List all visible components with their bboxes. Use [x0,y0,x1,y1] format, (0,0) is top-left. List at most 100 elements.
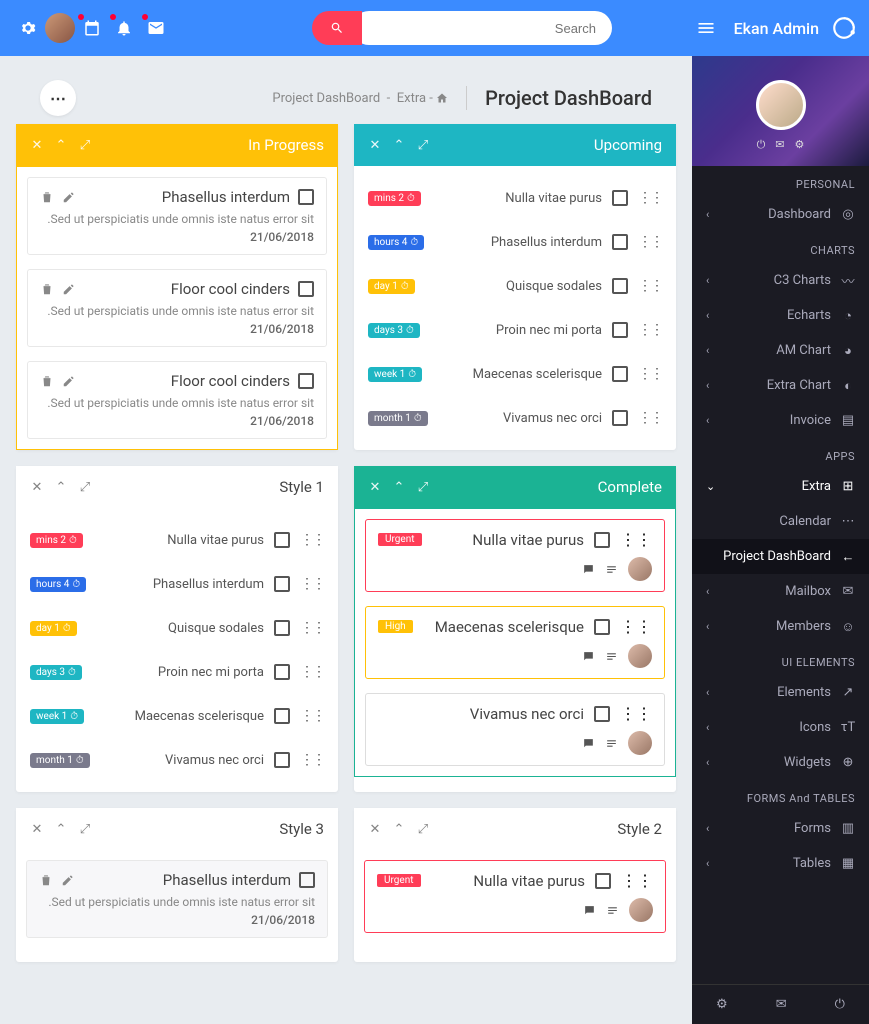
sidebar-item-c3[interactable]: ‹C3 Charts〰 [692,263,869,298]
search-input[interactable] [352,11,612,45]
drag-handle[interactable]: ⋮⋮ [638,366,662,382]
expand-icon[interactable]: ⤢ [78,138,92,152]
drag-handle[interactable]: ⋮⋮ [300,708,324,724]
edit-icon[interactable] [61,873,75,887]
checkbox[interactable] [299,872,315,888]
footer-power-icon[interactable]: ⏻ [835,997,845,1012]
expand-icon[interactable]: ⤢ [78,480,92,494]
checkbox[interactable] [298,373,314,389]
chat-icon[interactable] [583,904,596,917]
checkbox[interactable] [594,532,610,548]
checkbox[interactable] [274,576,290,592]
sidebar-item-echarts[interactable]: ‹Echarts◔ [692,298,869,333]
close-icon[interactable]: ✕ [368,822,382,836]
avatar[interactable] [756,80,806,130]
collapse-icon[interactable]: ⌃ [54,138,68,152]
drag-handle[interactable]: ⋮⋮ [300,576,324,592]
edit-icon[interactable] [62,190,76,204]
footer-settings-icon[interactable]: ⚙ [716,997,728,1012]
drag-handle[interactable]: ⋮⋮ [300,532,324,548]
sidebar-item-project[interactable]: Project DashBoard← [692,539,869,574]
list-icon[interactable] [606,904,619,917]
collapse-icon[interactable]: ⌃ [392,138,406,152]
drag-handle[interactable]: ⋮⋮ [638,234,662,250]
sidebar-item-invoice[interactable]: ‹Invoice▤ [692,403,869,438]
power-icon[interactable]: ⏻ [757,138,766,152]
edit-icon[interactable] [62,374,76,388]
trash-icon[interactable] [40,374,54,388]
sidebar-item-calendar[interactable]: Calendar⋯ [692,504,869,539]
chat-icon[interactable] [582,563,595,576]
sidebar-item-am[interactable]: ‹AM Chart◕ [692,333,869,368]
checkbox[interactable] [612,234,628,250]
drag-handle[interactable]: ⋮⋮ [300,752,324,768]
settings-icon[interactable] [12,12,44,44]
close-icon[interactable]: ✕ [30,138,44,152]
chat-icon[interactable] [582,650,595,663]
checkbox[interactable] [612,278,628,294]
drag-handle[interactable]: ⋮⋮ [638,278,662,294]
checkbox[interactable] [274,708,290,724]
checkbox[interactable] [274,620,290,636]
close-icon[interactable]: ✕ [30,822,44,836]
list-icon[interactable] [605,737,618,750]
sidebar-item-tables[interactable]: ‹Tables▦ [692,846,869,881]
drag-handle[interactable]: ⋮⋮ [300,664,324,680]
close-icon[interactable]: ✕ [30,480,44,494]
search-button[interactable] [312,11,362,45]
list-icon[interactable] [605,650,618,663]
list-icon[interactable] [605,563,618,576]
drag-handle[interactable]: ⋮⋮ [620,530,652,549]
sidebar-item-mailbox[interactable]: ‹Mailbox✉ [692,574,869,609]
sidebar-item-members[interactable]: ‹Members☺ [692,609,869,644]
chat-icon[interactable] [582,737,595,750]
checkbox[interactable] [594,619,610,635]
checkbox[interactable] [274,752,290,768]
collapse-icon[interactable]: ⌃ [392,822,406,836]
expand-icon[interactable]: ⤢ [78,822,92,836]
mail-icon[interactable] [140,12,172,44]
checkbox[interactable] [612,366,628,382]
checkbox[interactable] [595,873,611,889]
sidebar-item-dashboard[interactable]: ‹Dashboard◎ [692,197,869,232]
sidebar-item-icons[interactable]: ‹IconsτT [692,710,869,745]
trash-icon[interactable] [39,873,53,887]
collapse-icon[interactable]: ⌃ [54,822,68,836]
mail-icon[interactable]: ✉ [775,138,784,152]
drag-handle[interactable]: ⋮⋮ [638,322,662,338]
checkbox[interactable] [612,410,628,426]
drag-handle[interactable]: ⋮⋮ [621,871,653,890]
menu-icon[interactable] [690,12,722,44]
more-button[interactable]: ⋯ [40,80,76,116]
expand-icon[interactable]: ⤢ [416,138,430,152]
checkbox[interactable] [298,281,314,297]
gear-icon[interactable]: ⚙ [795,138,805,152]
drag-handle[interactable]: ⋮⋮ [620,617,652,636]
footer-mail-icon[interactable]: ✉ [776,997,787,1012]
checkbox[interactable] [274,532,290,548]
checkbox[interactable] [612,190,628,206]
checkbox[interactable] [274,664,290,680]
sidebar-item-elements[interactable]: ‹Elements↗ [692,675,869,710]
sidebar-item-forms[interactable]: ‹Forms▥ [692,811,869,846]
sidebar-item-extra-chart[interactable]: ‹Extra Chart◐ [692,368,869,403]
expand-icon[interactable]: ⤢ [416,822,430,836]
close-icon[interactable]: ✕ [368,480,382,494]
expand-icon[interactable]: ⤢ [416,480,430,494]
trash-icon[interactable] [40,190,54,204]
edit-icon[interactable] [62,282,76,296]
sidebar-item-extra[interactable]: ⌄Extra⊞ [692,469,869,504]
bell-icon[interactable] [108,12,140,44]
drag-handle[interactable]: ⋮⋮ [638,190,662,206]
collapse-icon[interactable]: ⌃ [54,480,68,494]
close-icon[interactable]: ✕ [368,138,382,152]
avatar-small[interactable] [44,12,76,44]
breadcrumb-extra[interactable]: Extra [397,91,426,106]
collapse-icon[interactable]: ⌃ [392,480,406,494]
checkbox[interactable] [594,706,610,722]
checkbox[interactable] [612,322,628,338]
drag-handle[interactable]: ⋮⋮ [620,704,652,723]
trash-icon[interactable] [40,282,54,296]
drag-handle[interactable]: ⋮⋮ [638,410,662,426]
drag-handle[interactable]: ⋮⋮ [300,620,324,636]
